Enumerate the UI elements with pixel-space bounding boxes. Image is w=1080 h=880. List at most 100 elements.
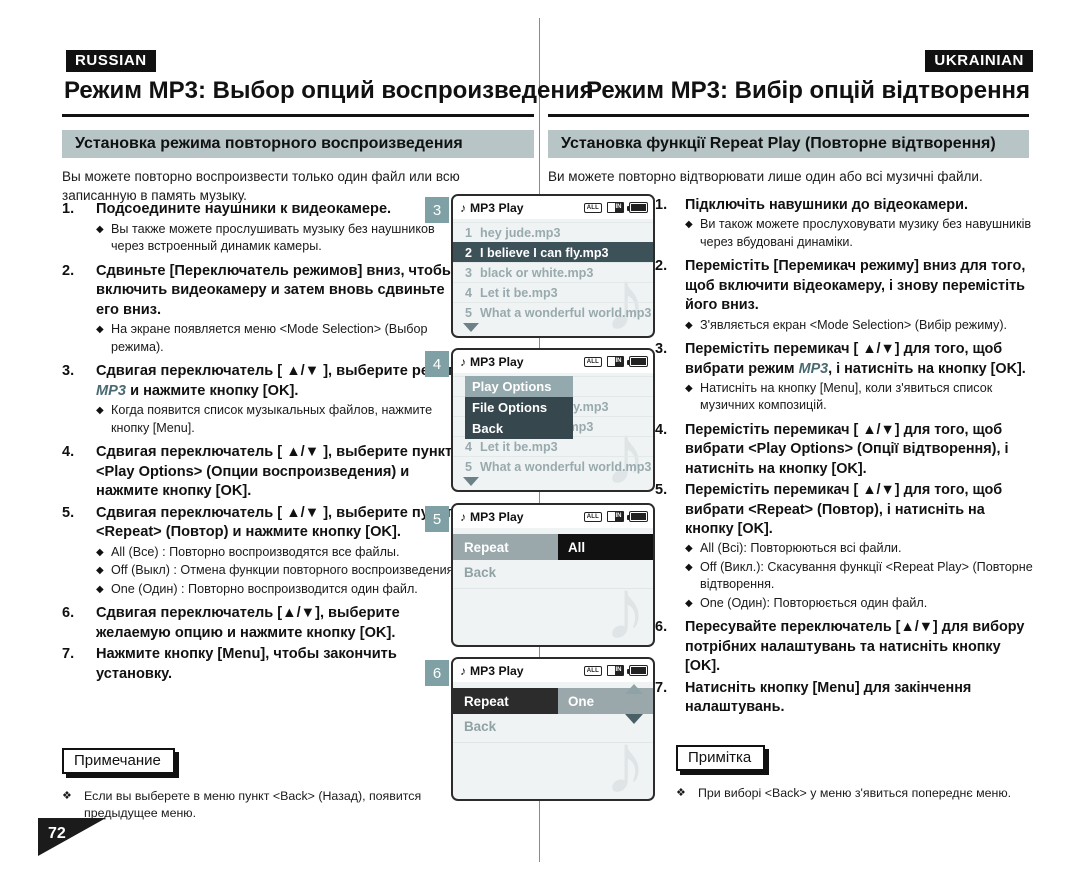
repeat-setting-row[interactable]: Repeat All <box>453 534 653 560</box>
menu-divider <box>453 742 653 743</box>
track-number: 5 <box>465 305 473 320</box>
bullet-item: ◆ All (Все) : Повторно воспроизводятся вс… <box>96 544 462 562</box>
scroll-down-arrow-icon[interactable] <box>463 477 479 486</box>
bullet-text: З'являється екран <Mode Selection> (Вибі… <box>700 317 1008 332</box>
page-number-text: 72 <box>48 825 66 842</box>
step-text: Перемістіть [Перемикач режиму] вниз для … <box>685 258 1026 314</box>
play-options-menu: Play Options File Options Back <box>465 376 573 439</box>
intro-paragraph-ukrainian: Ви можете повторно відтворювати лише оди… <box>548 169 983 184</box>
lcd-panel: ♪♪MP3 PlayALLIN1hey jude.mp32I believe I… <box>451 348 655 492</box>
battery-fill <box>631 513 646 520</box>
track-list-item[interactable]: 4 Let it be.mp3 <box>453 282 653 302</box>
lcd-title-bar: ♪ MP3 Play ALL IN <box>453 505 653 528</box>
track-list-item[interactable]: 5 What a wonderful world.mp3 <box>453 302 653 322</box>
memory-card-in-label: IN <box>614 203 623 212</box>
bullet-text: Натисніть на кнопку [Menu], коли з'явить… <box>700 380 993 413</box>
step-item: 2. Перемістіть [Перемикач режиму] вниз дл… <box>655 257 1033 338</box>
note-item: ❖ При виборі <Back> у меню з'явиться попе… <box>676 785 1043 802</box>
note-label-ukrainian: Примітка <box>676 745 766 771</box>
note-items-russian: ❖ Если вы выберете в меню пункт <Back> (Н… <box>62 788 424 822</box>
step-bullets: ◆ All (Все) : Повторно воспроизводятся вс… <box>96 544 462 599</box>
repeat-all-icon: ALL <box>583 511 602 522</box>
track-list-item[interactable]: 5 What a wonderful world.mp3 <box>453 456 653 476</box>
track-list-item[interactable]: 1 hey jude.mp3 <box>453 222 653 242</box>
step-text: Перемістіть перемикач [ ▲/▼] для того, щ… <box>685 482 1003 537</box>
steps-list-russian: 1. Подсоедините наушники к видеокамере. ◆ В… <box>62 200 462 686</box>
battery-icon <box>627 511 648 522</box>
step-body: Сдвигая переключатель [▲/▼], выберите же… <box>96 604 462 643</box>
bullet-text: На экране появляется меню <Mode Selectio… <box>111 322 428 354</box>
back-menu-item[interactable]: Back <box>453 560 653 584</box>
page-title-ukrainian: Режим MP3: Вибір опцій відтворення <box>586 77 1031 104</box>
step-number: 5. <box>655 482 668 499</box>
title-rule-right <box>548 114 1029 117</box>
repeat-setting-row[interactable]: Repeat One <box>453 688 653 714</box>
track-list-item[interactable]: 4 Let it be.mp3 <box>453 436 653 456</box>
step-text: Перемістіть перемикач [ ▲/▼] для того, щ… <box>685 421 1009 477</box>
step-item: 4. Перемістіть перемикач [ ▲/▼] для того,… <box>655 421 1033 479</box>
track-name: What a wonderful world.mp3 <box>480 459 652 474</box>
diamond-bullet-icon: ◆ <box>96 546 104 558</box>
diamond-bullet-icon: ◆ <box>685 597 693 609</box>
step-text-pre: Сдвигая переключатель [ ▲/▼ ], выберите … <box>96 363 459 379</box>
step-text: Натисніть кнопку [Menu] для закінчення н… <box>685 679 972 715</box>
step-body: Сдвигая переключатель [ ▲/▼ ], выберите … <box>96 504 462 603</box>
track-name: black or white.mp3 <box>480 265 594 280</box>
step-text: Сдвигая переключатель [ ▲/▼ ], выберите … <box>96 504 453 541</box>
bullet-item: ◆ Ви також можете прослуховувати музику б… <box>685 216 1033 251</box>
bullet-text: One (Один): Повторюється один файл. <box>700 595 928 610</box>
music-note-icon: ♪ <box>460 200 466 215</box>
bullet-item: ◆ З'являється екран <Mode Selection> (Виб… <box>685 317 1033 335</box>
step-body: Перемістіть перемикач [ ▲/▼] для того, щ… <box>685 340 1033 419</box>
bullet-text: Когда появится список музыкальных файлов… <box>111 403 433 435</box>
step-text: Сдвиньте [Переключатель режимов] вниз, ч… <box>96 262 455 318</box>
bullet-item: ◆ Off (Викл.): Скасування функції <Repeat… <box>685 559 1033 594</box>
scroll-up-arrow-icon[interactable] <box>625 684 643 694</box>
diamond-bullet-icon: ◆ <box>96 405 104 416</box>
step-item: 7. Натисніть кнопку [Menu] для закінчення… <box>655 679 1033 718</box>
bullet-item: ◆ Натисніть на кнопку [Menu], коли з'явит… <box>685 380 1033 415</box>
lcd-status-icons: ALL IN <box>583 356 648 367</box>
note-bullet-icon: ❖ <box>676 787 686 799</box>
diamond-bullet-icon: ◆ <box>685 219 693 231</box>
repeat-all-icon: ALL <box>583 202 602 213</box>
step-body: Нажмите кнопку [Menu], чтобы закончить у… <box>96 645 462 684</box>
battery-fill <box>631 667 646 674</box>
menu-item[interactable]: File Options <box>465 397 573 418</box>
lcd-screen-4: 4♪♪MP3 PlayALLIN1hey jude.mp32I believe … <box>425 348 655 492</box>
menu-item[interactable]: Back <box>465 418 573 439</box>
repeat-all-icon: ALL <box>583 356 602 367</box>
section-heading-ukrainian: Установка функції Repeat Play (Повторне … <box>548 130 1029 158</box>
lcd-screen-6: 6 ♪ ♪ MP3 Play ALL IN Repeat One Back <box>425 657 655 801</box>
track-list-item[interactable]: 3 black or white.mp3 <box>453 262 653 282</box>
memory-card-icon: IN <box>607 202 624 213</box>
diamond-bullet-icon: ◆ <box>96 565 104 576</box>
battery-icon <box>627 665 648 676</box>
bullet-item: ◆ All (Всі): Повторюються всі файли. <box>685 540 1033 558</box>
step-number: 4. <box>62 444 75 460</box>
scroll-down-arrow-icon[interactable] <box>463 323 479 332</box>
mp3-mode-label: MP3 <box>798 360 829 377</box>
language-tag-russian: RUSSIAN <box>66 50 156 72</box>
track-list-item[interactable]: 2 I believe I can fly.mp3 <box>453 242 653 262</box>
step-body: Підключіть навушники до відеокамери. ◆ Ви … <box>685 196 1033 255</box>
step-text: Сдвигая переключатель [ ▲/▼ ], выберите … <box>96 362 462 401</box>
scroll-down-arrow-icon[interactable] <box>625 714 643 724</box>
lcd-title: MP3 Play <box>470 354 524 369</box>
lcd-title: MP3 Play <box>470 200 524 215</box>
repeat-setting-value[interactable]: All <box>558 534 653 560</box>
menu-item[interactable]: Play Options <box>465 376 573 397</box>
step-item: 5. Сдвигая переключатель [ ▲/▼ ], выберит… <box>62 504 462 603</box>
back-menu-item[interactable]: Back <box>453 714 653 738</box>
step-body: Пересувайте переключатель [▲/▼] для вибо… <box>685 618 1033 676</box>
bullet-item: ◆ Off (Выкл) : Отмена функции повторного … <box>96 562 462 580</box>
lcd-title-bar: ♪ MP3 Play ALL IN <box>453 659 653 682</box>
memory-card-icon: IN <box>607 511 624 522</box>
step-number: 1. <box>62 201 75 217</box>
step-text: Сдвигая переключатель [▲/▼], выберите же… <box>96 605 400 641</box>
lcd-title-bar: ♪ MP3 Play ALL IN <box>453 196 653 219</box>
bullet-item: ◆ На экране появляется меню <Mode Selecti… <box>96 321 462 356</box>
track-number: 1 <box>465 225 473 240</box>
music-note-icon: ♪ <box>460 509 466 524</box>
lcd-status-icons: ALL IN <box>583 665 648 676</box>
